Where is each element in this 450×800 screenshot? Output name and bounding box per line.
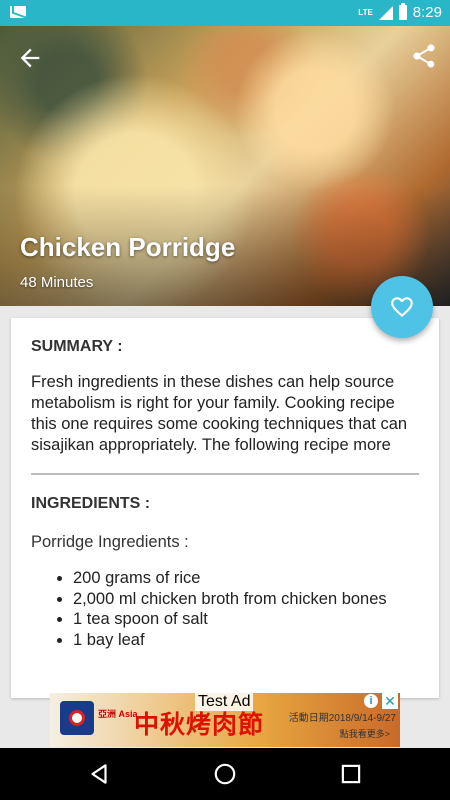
back-button[interactable] xyxy=(16,44,44,72)
ingredient-item: 1 bay leaf xyxy=(73,630,419,651)
ingredient-item: 200 grams of rice xyxy=(73,568,419,589)
arrow-left-icon xyxy=(20,48,40,68)
ad-brand-logo xyxy=(60,701,94,735)
favorite-button[interactable] xyxy=(371,276,433,338)
network-type: LTE xyxy=(358,8,373,17)
system-navigation-bar xyxy=(0,748,450,800)
status-icons: LTE 8:29 xyxy=(358,3,442,21)
gmail-notification-icon xyxy=(10,6,26,18)
ad-info-icon[interactable]: i xyxy=(364,694,378,708)
ad-more-link[interactable]: 點我看更多> xyxy=(340,727,390,740)
heart-outline-icon xyxy=(391,297,413,318)
ingredient-item: 2,000 ml chicken broth from chicken bone… xyxy=(73,589,419,610)
status-time: 8:29 xyxy=(412,4,442,21)
banner-ad[interactable]: 亞洲 Asia 中秋烤肉節 Test Ad 活動日期2018/9/14-9/27… xyxy=(50,693,400,747)
recipe-details-card: SUMMARY : Fresh ingredients in these dis… xyxy=(11,318,439,698)
ad-test-label: Test Ad xyxy=(195,693,254,711)
ad-close-icon[interactable]: ✕ xyxy=(382,693,398,709)
ingredients-subheading: Porridge Ingredients : xyxy=(31,533,189,551)
ingredient-item: 1 tea spoon of salt xyxy=(73,609,419,630)
signal-icon xyxy=(378,5,393,20)
share-button[interactable] xyxy=(410,42,438,70)
ad-date-text: 活動日期2018/9/14-9/27 xyxy=(288,713,396,724)
recipe-hero-image: Chicken Porridge 48 Minutes xyxy=(0,26,450,306)
ingredients-heading: INGREDIENTS : xyxy=(31,495,151,512)
ad-brand-text: 亞洲 Asia xyxy=(98,709,138,719)
recipe-title: Chicken Porridge xyxy=(20,232,236,262)
summary-heading: SUMMARY : xyxy=(31,338,123,355)
nav-back-icon[interactable] xyxy=(86,761,112,787)
status-bar: LTE 8:29 xyxy=(0,0,450,26)
nav-home-icon[interactable] xyxy=(212,761,238,787)
summary-text: Fresh ingredients in these dishes can he… xyxy=(31,373,408,454)
recipe-duration: 48 Minutes xyxy=(20,274,94,291)
ingredients-list: 200 grams of rice 2,000 ml chicken broth… xyxy=(31,568,419,650)
nav-recents-icon[interactable] xyxy=(338,761,364,787)
section-divider xyxy=(31,473,419,475)
battery-icon xyxy=(398,3,407,20)
share-icon xyxy=(413,44,435,68)
